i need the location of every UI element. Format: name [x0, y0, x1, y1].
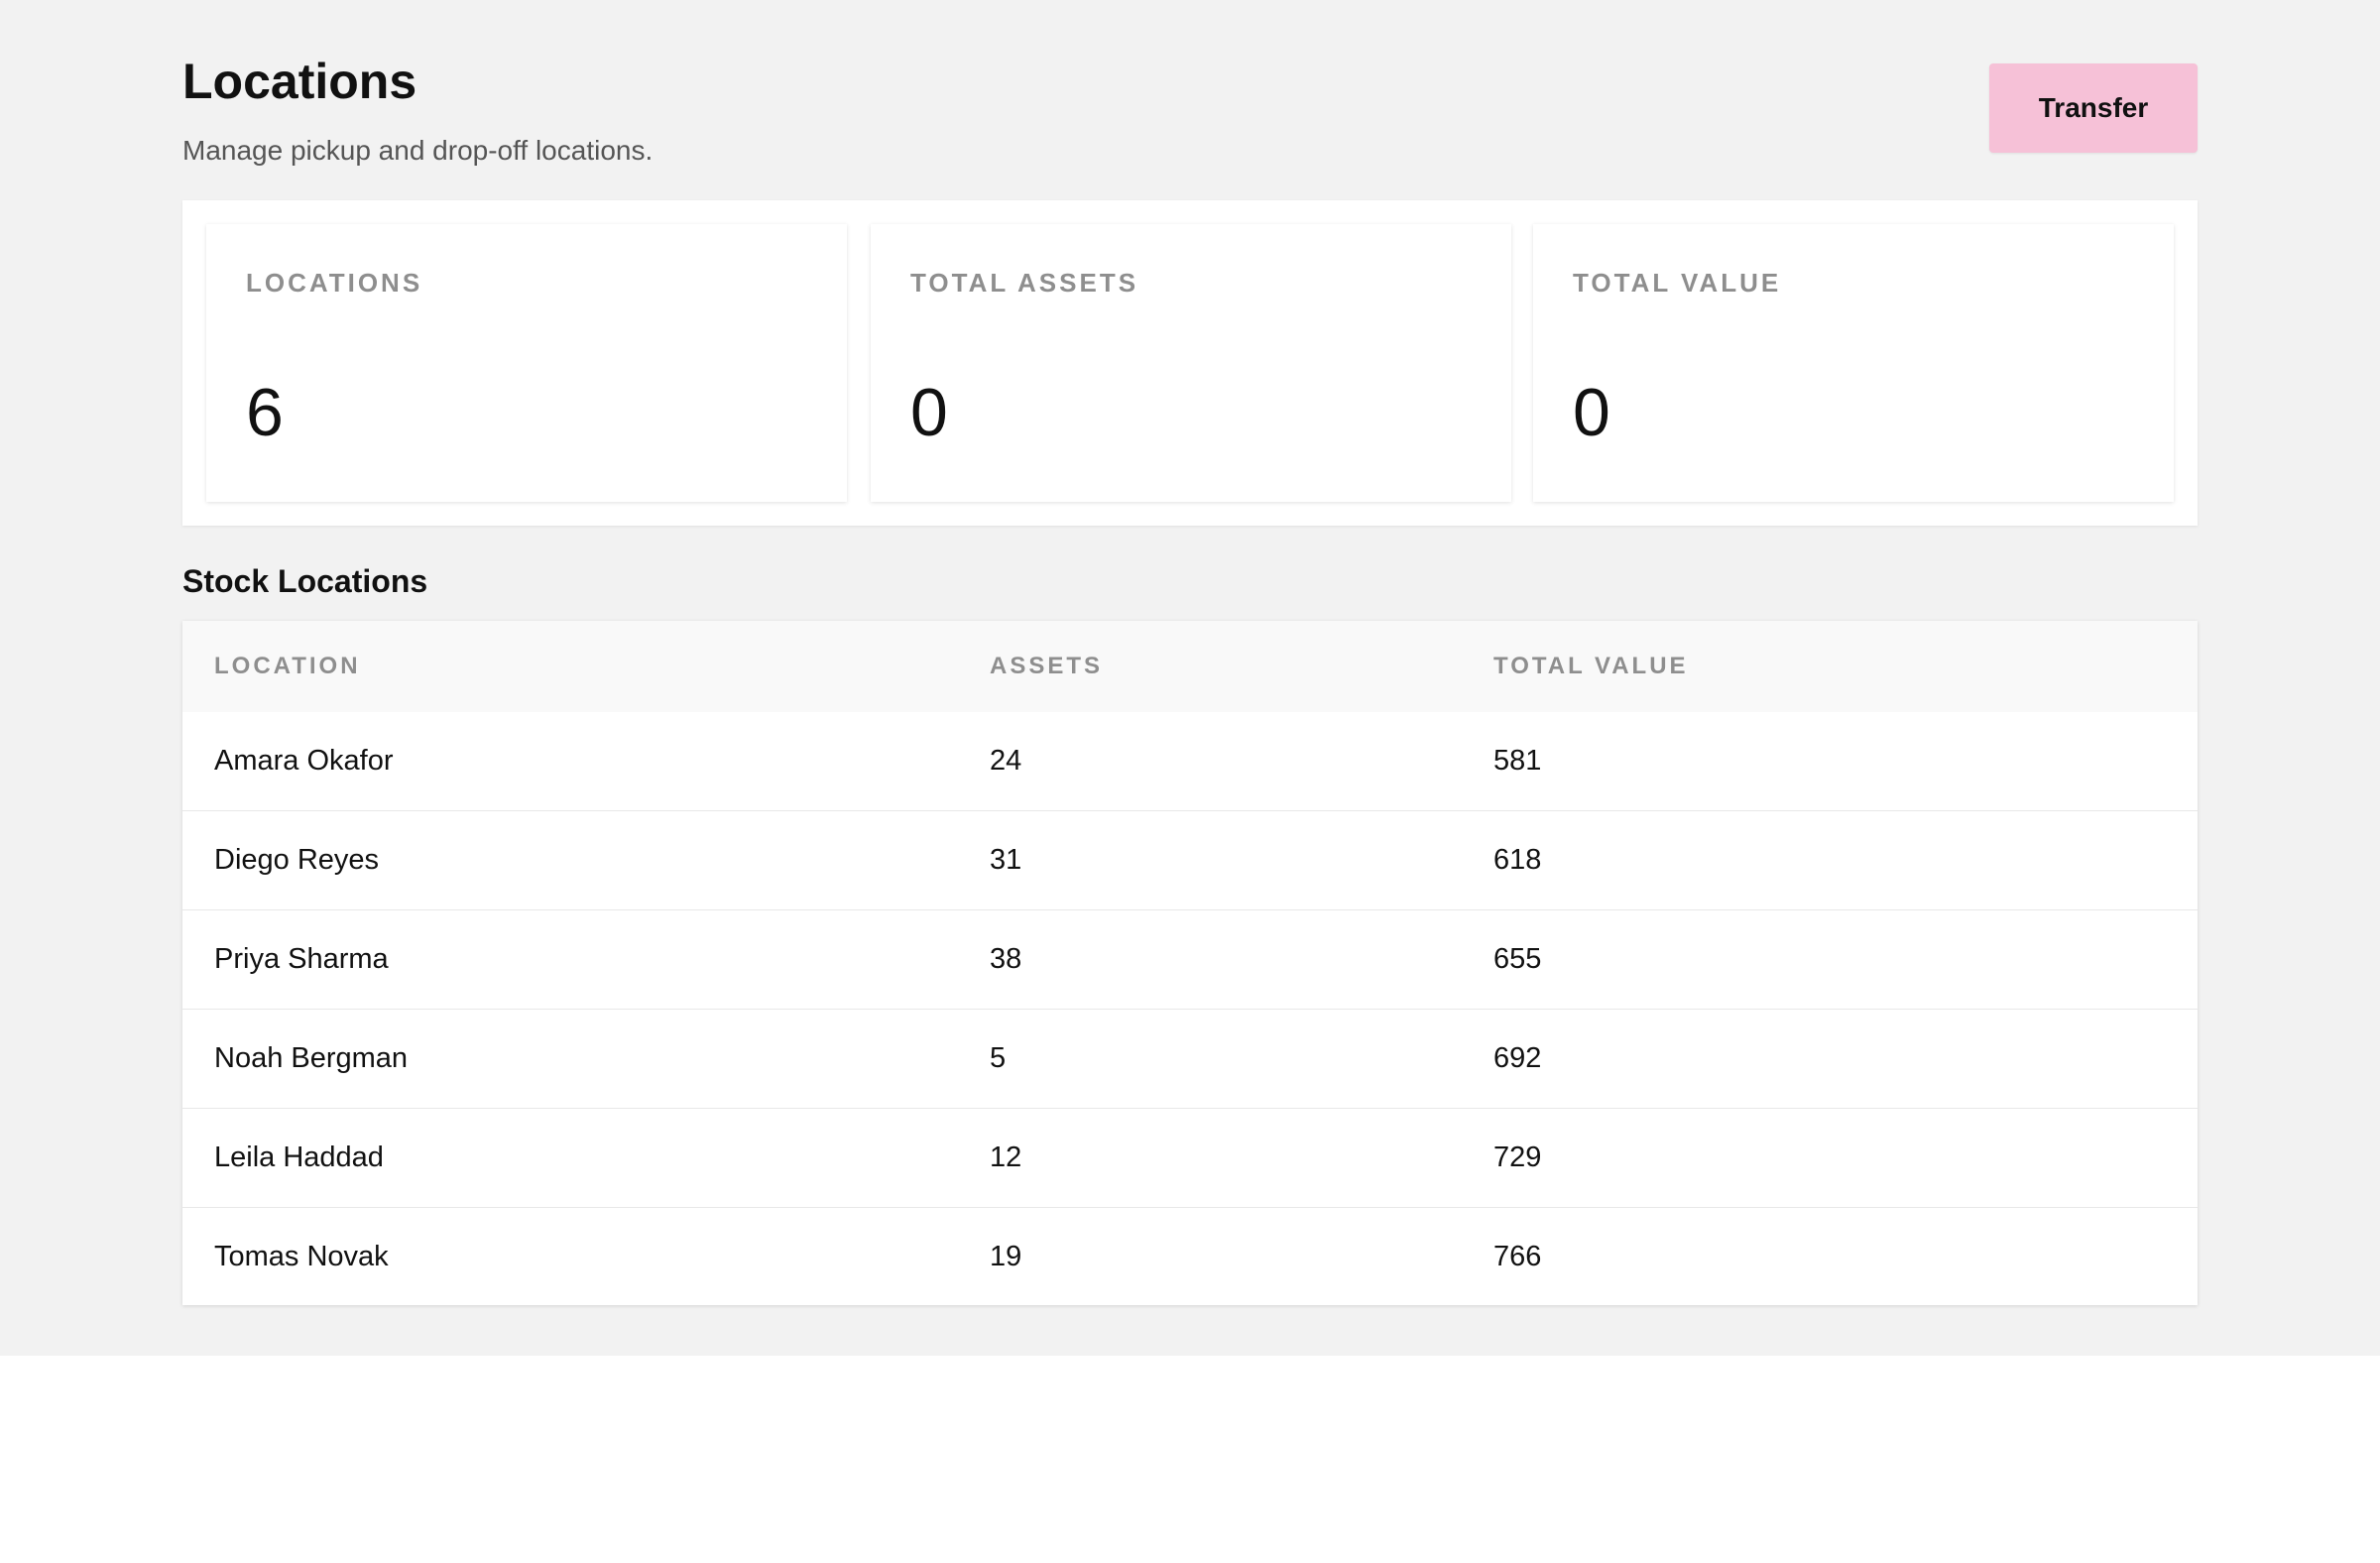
cell-location: Leila Haddad [182, 1108, 990, 1208]
table-row[interactable]: Tomas Novak 19 766 [182, 1207, 2198, 1306]
stat-card-total-value: TOTAL VALUE 0 [1533, 224, 2174, 502]
page-subtitle: Manage pickup and drop-off locations. [182, 135, 654, 166]
stat-card-total-assets: TOTAL ASSETS 0 [871, 224, 1511, 502]
column-header-total-value[interactable]: TOTAL VALUE [1493, 621, 2198, 712]
table-row[interactable]: Diego Reyes 31 618 [182, 810, 2198, 910]
table-body: Amara Okafor 24 581 Diego Reyes 31 618 P… [182, 712, 2198, 1306]
column-header-assets[interactable]: ASSETS [990, 621, 1493, 712]
stat-label: LOCATIONS [246, 268, 423, 298]
stat-card-locations: LOCATIONS 6 [206, 224, 847, 502]
cell-assets: 5 [990, 1009, 1493, 1109]
cell-location: Tomas Novak [182, 1207, 990, 1306]
cell-total-value: 655 [1493, 909, 2198, 1010]
stat-value: 6 [246, 375, 284, 450]
cell-location: Priya Sharma [182, 909, 990, 1010]
table-row[interactable]: Noah Bergman 5 692 [182, 1009, 2198, 1109]
page-title: Locations [182, 54, 417, 109]
cell-assets: 24 [990, 745, 1022, 777]
table-header-row: LOCATION ASSETS TOTAL VALUE [182, 621, 2198, 712]
cell-total-value: 729 [1493, 1108, 2198, 1208]
page-background: Locations Manage pickup and drop-off loc… [0, 0, 2380, 1356]
stats-panel: LOCATIONS 6 TOTAL ASSETS 0 TOTAL VALUE 0 [182, 200, 2198, 526]
stat-value: 0 [910, 375, 948, 450]
cell-location: Noah Bergman [182, 1009, 990, 1109]
table-row[interactable]: Leila Haddad 12 729 [182, 1108, 2198, 1208]
cell-location: Diego Reyes [182, 810, 990, 910]
column-header-location[interactable]: LOCATION [182, 621, 990, 712]
cell-assets: 12 [990, 1108, 1493, 1208]
cell-total-value: 766 [1493, 1207, 2198, 1306]
cell-location: Amara Okafor [214, 745, 394, 777]
stat-label: TOTAL VALUE [1573, 268, 1782, 298]
stock-locations-table-panel: LOCATION ASSETS TOTAL VALUE Amara Okafor… [182, 621, 2198, 1306]
table-header: LOCATION ASSETS TOTAL VALUE [182, 621, 2198, 712]
cell-total-value: 581 [1493, 745, 1542, 777]
cell-assets: 19 [990, 1207, 1493, 1306]
section-title: Stock Locations [182, 563, 428, 599]
transfer-button[interactable]: Transfer [1989, 63, 2198, 153]
stat-value: 0 [1573, 375, 1610, 450]
page-header: Locations Manage pickup and drop-off loc… [182, 52, 2198, 171]
stat-label: TOTAL ASSETS [910, 268, 1139, 298]
table-row[interactable]: Priya Sharma 38 655 [182, 909, 2198, 1010]
cell-total-value: 692 [1493, 1009, 2198, 1109]
table-row[interactable]: Amara Okafor 24 581 [182, 712, 2198, 811]
cell-assets: 31 [990, 810, 1493, 910]
cell-assets: 38 [990, 909, 1493, 1010]
cell-total-value: 618 [1493, 810, 2198, 910]
stock-locations-table: LOCATION ASSETS TOTAL VALUE Amara Okafor… [182, 621, 2198, 1306]
